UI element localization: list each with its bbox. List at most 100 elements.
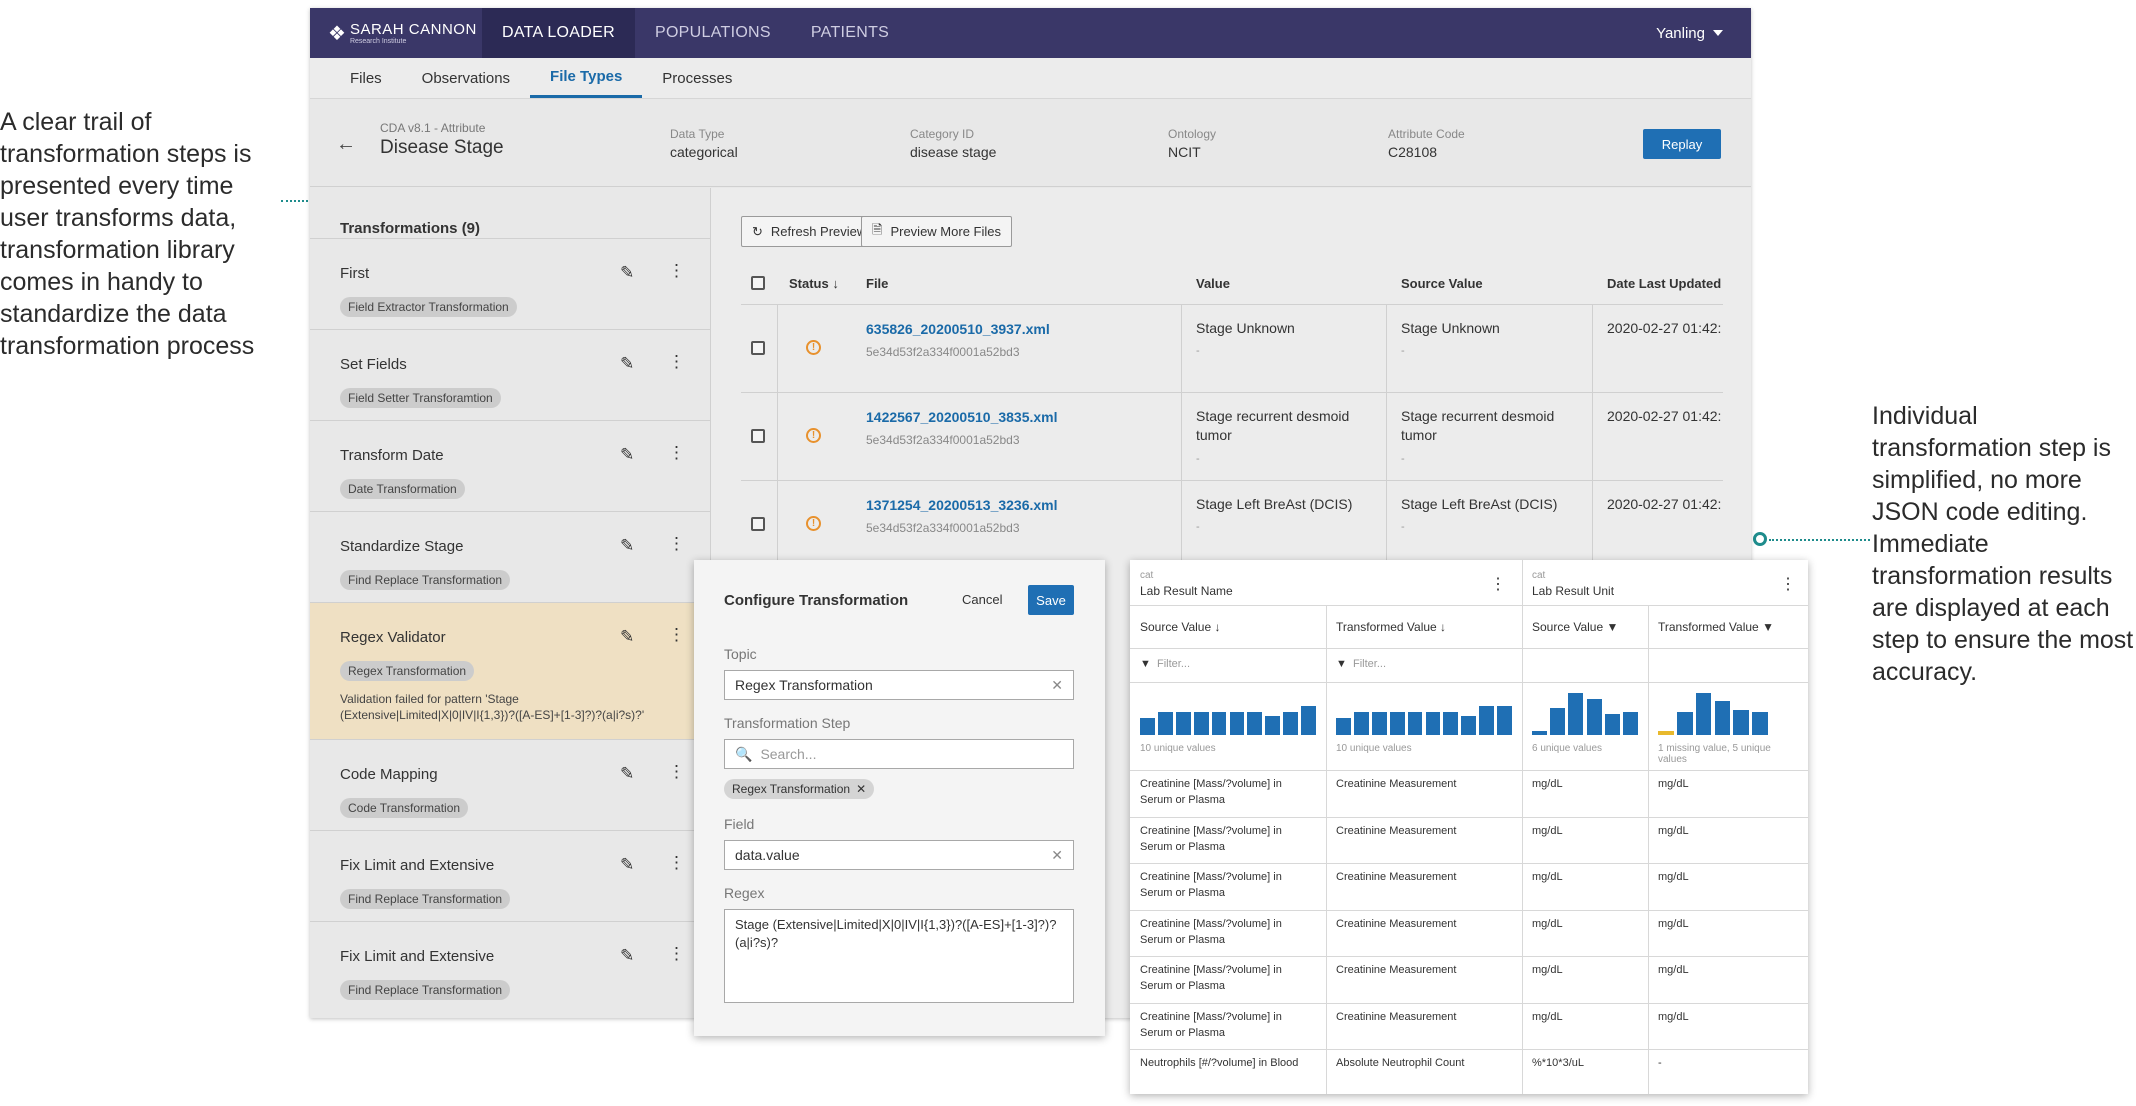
lab-cell: Creatinine [Mass/?volume] in Serum or Pl… xyxy=(1140,824,1282,853)
filter-input-2[interactable]: ▼ Filter... xyxy=(1336,658,1386,670)
edit-pencil-icon[interactable]: ✎ xyxy=(620,354,634,374)
nav-populations[interactable]: POPULATIONS xyxy=(635,8,791,58)
hist-label-4: 1 missing value, 5 unique values xyxy=(1658,743,1771,765)
lab-cell: Creatinine Measurement xyxy=(1336,778,1457,790)
back-arrow-icon[interactable]: ← xyxy=(336,133,356,156)
lab-cell: Creatinine [Mass/?volume] in Serum or Pl… xyxy=(1140,871,1282,899)
clear-icon[interactable]: ✕ xyxy=(1051,677,1063,694)
transformation-card[interactable]: Standardize Stage ✎ ⋮ Find Replace Transfor… xyxy=(310,511,710,602)
row-checkbox[interactable] xyxy=(751,341,765,355)
transformation-name: Transform Date xyxy=(340,447,444,464)
tab-file-types[interactable]: File Types xyxy=(530,58,643,98)
edit-pencil-icon[interactable]: ✎ xyxy=(620,946,634,966)
hist-label-1: 10 unique values xyxy=(1140,743,1216,754)
edit-pencil-icon[interactable]: ✎ xyxy=(620,263,634,283)
annotation-right-marker xyxy=(1753,532,1767,546)
more-options-icon[interactable]: ⋮ xyxy=(668,443,685,463)
cancel-button[interactable]: Cancel xyxy=(962,592,1002,607)
table-row[interactable]: ! 635826_20200510_3937.xml 5e34d53f2a334f0… xyxy=(741,304,1723,392)
remove-chip-icon[interactable]: ✕ xyxy=(856,782,866,796)
attribute-header: ← CDA v8.1 - Attribute Disease Stage Dat… xyxy=(310,99,1751,187)
category-value: disease stage xyxy=(910,144,997,160)
more-options-icon[interactable]: ⋮ xyxy=(668,944,685,964)
col-file[interactable]: File xyxy=(866,276,888,291)
histogram-bar xyxy=(1211,711,1227,735)
transformation-type-chip: Field Extractor Transformation xyxy=(340,297,517,317)
configure-transformation-dialog: Configure Transformation Cancel Save Top… xyxy=(694,560,1105,1036)
lab-cell: mg/dL xyxy=(1658,964,1689,976)
transformation-card[interactable]: Regex Validator ✎ ⋮ Regex Transformation Val… xyxy=(310,602,710,739)
row-checkbox[interactable] xyxy=(751,517,765,531)
clear-field-icon[interactable]: ✕ xyxy=(1051,847,1063,864)
select-all-checkbox[interactable] xyxy=(751,276,765,290)
warning-icon: ! xyxy=(806,428,821,443)
col-transformed-value-2[interactable]: Transformed Value ▼ xyxy=(1658,620,1774,634)
more-options-icon[interactable]: ⋮ xyxy=(668,352,685,372)
more-options-icon[interactable]: ⋮ xyxy=(668,762,685,782)
filter-icon[interactable]: ▼ xyxy=(1607,620,1619,634)
nav-data-loader[interactable]: DATA LOADER xyxy=(482,8,635,58)
col-source-value-1[interactable]: Source Value ↓ xyxy=(1140,620,1221,634)
brand-logo[interactable]: ❖ SARAH CANNON Research Institute xyxy=(310,8,482,58)
group2-more-icon[interactable]: ⋮ xyxy=(1780,574,1796,594)
tab-processes[interactable]: Processes xyxy=(642,58,752,98)
user-menu[interactable]: Yanling xyxy=(1656,8,1751,58)
col-status[interactable]: Status ↓ xyxy=(789,276,839,291)
transformation-card[interactable]: First ✎ ⋮ Field Extractor Transformation xyxy=(310,238,710,329)
value-cell: Stage Unknown xyxy=(1196,320,1295,336)
brand-name: SARAH CANNON xyxy=(349,21,477,38)
topic-value: Regex Transformation xyxy=(735,677,873,693)
col-value[interactable]: Value xyxy=(1196,276,1230,291)
col-transformed-value-1[interactable]: Transformed Value ↓ xyxy=(1336,620,1446,634)
tab-files[interactable]: Files xyxy=(330,58,402,98)
filter-icon[interactable]: ▼ xyxy=(1762,620,1774,634)
col-source-value[interactable]: Source Value xyxy=(1401,276,1483,291)
table-row[interactable]: ! 1422567_20200510_3835.xml 5e34d53f2a334f… xyxy=(741,392,1723,480)
edit-pencil-icon[interactable]: ✎ xyxy=(620,627,634,647)
warning-icon: ! xyxy=(806,340,821,355)
file-link[interactable]: 1422567_20200510_3835.xml xyxy=(866,409,1058,425)
col-source-value-2[interactable]: Source Value ▼ xyxy=(1532,620,1618,634)
step-search-input[interactable]: 🔍 Search... xyxy=(724,739,1074,769)
preview-more-files-button[interactable]: 🗎 Preview More Files xyxy=(861,216,1012,247)
transformation-card[interactable]: Set Fields ✎ ⋮ Field Setter Transforamtion xyxy=(310,329,710,420)
histogram-bar xyxy=(1407,711,1423,735)
regex-textarea[interactable]: Stage (Extensive|Limited|X|0|IV|I{1,3})?… xyxy=(724,909,1074,1003)
filter-input-1[interactable]: ▼ Filter... xyxy=(1140,658,1190,670)
refresh-preview-button[interactable]: ↻ Refresh Preview xyxy=(741,216,878,247)
replay-button[interactable]: Replay xyxy=(1643,129,1721,159)
edit-pencil-icon[interactable]: ✎ xyxy=(620,855,634,875)
row-checkbox[interactable] xyxy=(751,429,765,443)
filter-icon: ▼ xyxy=(1140,658,1151,670)
edit-pencil-icon[interactable]: ✎ xyxy=(620,764,634,784)
edit-pencil-icon[interactable]: ✎ xyxy=(620,536,634,556)
save-button[interactable]: Save xyxy=(1028,585,1074,615)
step-chip[interactable]: Regex Transformation ✕ xyxy=(724,779,875,799)
histogram-bar xyxy=(1140,718,1155,735)
nav-patients[interactable]: PATIENTS xyxy=(791,8,909,58)
tab-observations[interactable]: Observations xyxy=(402,58,530,98)
file-link[interactable]: 1371254_20200513_3236.xml xyxy=(866,497,1058,513)
transformation-card[interactable]: Fix Limit and Extensive ✎ ⋮ Find Replace Tr… xyxy=(310,830,710,921)
lab-cell: Creatinine Measurement xyxy=(1336,917,1457,930)
transformation-card[interactable]: Code Mapping ✎ ⋮ Code Transformation xyxy=(310,739,710,830)
more-options-icon[interactable]: ⋮ xyxy=(668,534,685,554)
group1-more-icon[interactable]: ⋮ xyxy=(1490,574,1506,594)
transformation-name: Set Fields xyxy=(340,356,407,373)
more-options-icon[interactable]: ⋮ xyxy=(668,853,685,873)
value-dash: - xyxy=(1196,453,1200,465)
histogram-bar xyxy=(1604,714,1620,735)
more-options-icon[interactable]: ⋮ xyxy=(668,625,685,645)
row-divider xyxy=(1130,863,1808,864)
col-date-updated[interactable]: Date Last Updated xyxy=(1607,276,1721,291)
more-options-icon[interactable]: ⋮ xyxy=(668,261,685,281)
value-dash: - xyxy=(1196,345,1200,357)
field-input[interactable]: data.value ✕ xyxy=(724,840,1074,870)
transformation-card[interactable]: Fix Limit and Extensive ✎ ⋮ Find Replace Tr… xyxy=(310,921,710,1012)
topic-field[interactable]: Regex Transformation ✕ xyxy=(724,670,1074,700)
edit-pencil-icon[interactable]: ✎ xyxy=(620,445,634,465)
table-row[interactable]: ! 1371254_20200513_3236.xml 5e34d53f2a334f… xyxy=(741,480,1723,568)
file-link[interactable]: 635826_20200510_3937.xml xyxy=(866,321,1050,337)
transformation-card[interactable]: Transform Date ✎ ⋮ Date Transformation xyxy=(310,420,710,511)
brand-sub: Research Institute xyxy=(349,38,407,45)
